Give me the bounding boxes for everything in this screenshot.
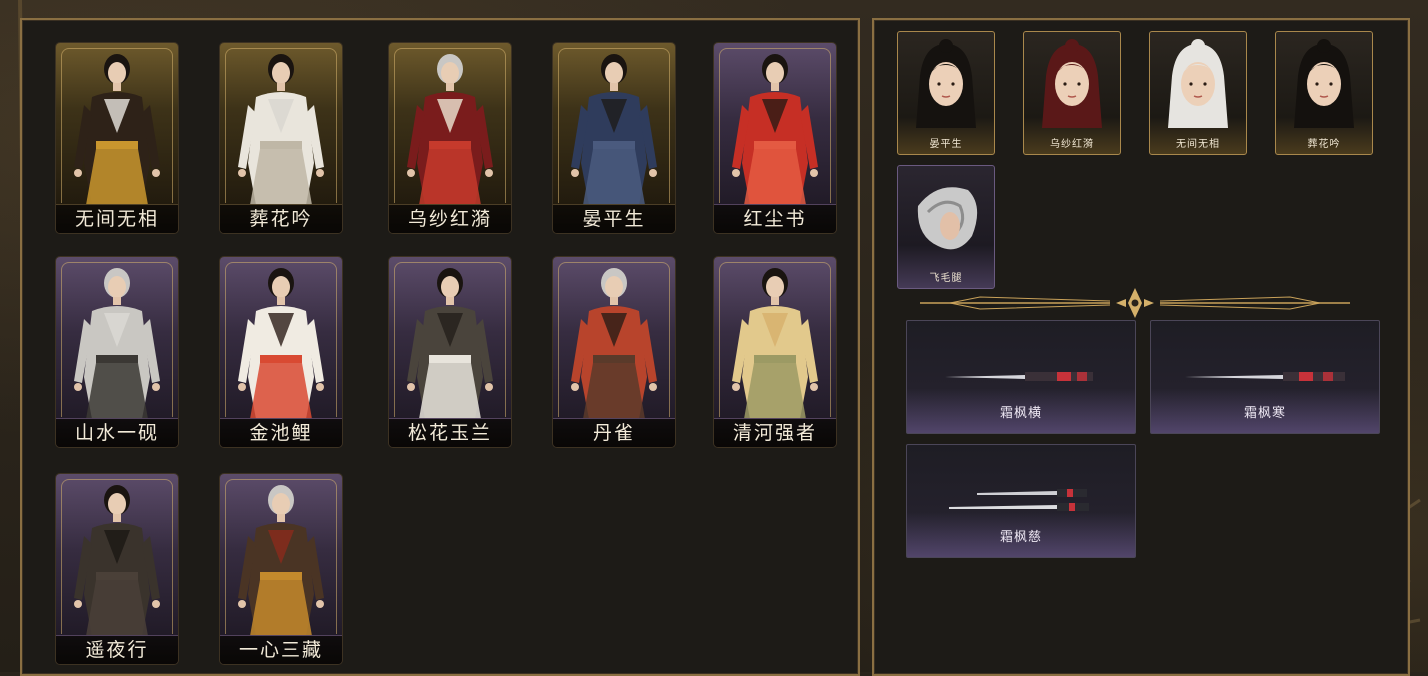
card-frame xyxy=(225,48,337,203)
outfit-card[interactable]: 红尘书 xyxy=(714,43,836,233)
hairstyle-card[interactable]: 无间无相 xyxy=(1149,31,1247,155)
hairstyle-name: 无间无相 xyxy=(1176,139,1220,150)
outfit-name: 一心三藏 xyxy=(220,635,342,664)
outfit-name: 无间无相 xyxy=(56,204,178,233)
card-frame xyxy=(558,262,670,417)
hairstyle-name: 晏平生 xyxy=(929,139,963,150)
card-frame xyxy=(61,479,173,634)
card-frame xyxy=(225,262,337,417)
outfit-name: 丹雀 xyxy=(553,418,675,447)
card-frame xyxy=(558,48,670,203)
weapon-card[interactable]: 霜枫寒 xyxy=(1150,320,1380,434)
outfit-name: 遥夜行 xyxy=(56,635,178,664)
hairstyle-name: 飞毛腿 xyxy=(929,273,963,284)
hairstyle-card[interactable]: 葬花吟 xyxy=(1275,31,1373,155)
outfit-card[interactable]: 晏平生 xyxy=(553,43,675,233)
card-frame xyxy=(394,262,506,417)
outfit-card[interactable]: 乌纱红漪 xyxy=(389,43,511,233)
outfit-name: 清河强者 xyxy=(714,418,836,447)
outfit-card[interactable]: 山水一砚 xyxy=(56,257,178,447)
card-frame xyxy=(225,479,337,634)
outfit-card[interactable]: 一心三藏 xyxy=(220,474,342,664)
card-frame xyxy=(61,262,173,417)
outfit-name: 乌纱红漪 xyxy=(389,204,511,233)
hairstyle-card[interactable]: 晏平生 xyxy=(897,31,995,155)
hairstyle-card[interactable]: 飞毛腿 xyxy=(897,165,995,289)
outfit-name: 红尘书 xyxy=(714,204,836,233)
weapon-card[interactable]: 霜枫横 xyxy=(906,320,1136,434)
outfit-card[interactable]: 松花玉兰 xyxy=(389,257,511,447)
hairstyle-name: 葬花吟 xyxy=(1307,139,1341,150)
outfit-name: 葬花吟 xyxy=(220,204,342,233)
outfit-name: 山水一砚 xyxy=(56,418,178,447)
outfit-card[interactable]: 无间无相 xyxy=(56,43,178,233)
outfit-card[interactable]: 遥夜行 xyxy=(56,474,178,664)
ornament-divider-icon xyxy=(920,288,1350,318)
weapon-card[interactable]: 霜枫慈 xyxy=(906,444,1136,558)
hairstyle-name: 乌纱红漪 xyxy=(1050,139,1094,150)
weapon-name: 霜枫横 xyxy=(999,406,1042,421)
card-frame xyxy=(394,48,506,203)
outfit-card[interactable]: 丹雀 xyxy=(553,257,675,447)
card-frame xyxy=(61,48,173,203)
card-frame xyxy=(719,262,831,417)
outfit-name: 松花玉兰 xyxy=(389,418,511,447)
hairstyle-card[interactable]: 乌纱红漪 xyxy=(1023,31,1121,155)
weapon-name: 霜枫慈 xyxy=(999,530,1042,545)
outfit-card[interactable]: 清河强者 xyxy=(714,257,836,447)
outfit-name: 晏平生 xyxy=(553,204,675,233)
outfit-name: 金池鲤 xyxy=(220,418,342,447)
weapon-name: 霜枫寒 xyxy=(1243,406,1286,421)
outfit-card[interactable]: 葬花吟 xyxy=(220,43,342,233)
card-frame xyxy=(719,48,831,203)
outfit-card[interactable]: 金池鲤 xyxy=(220,257,342,447)
